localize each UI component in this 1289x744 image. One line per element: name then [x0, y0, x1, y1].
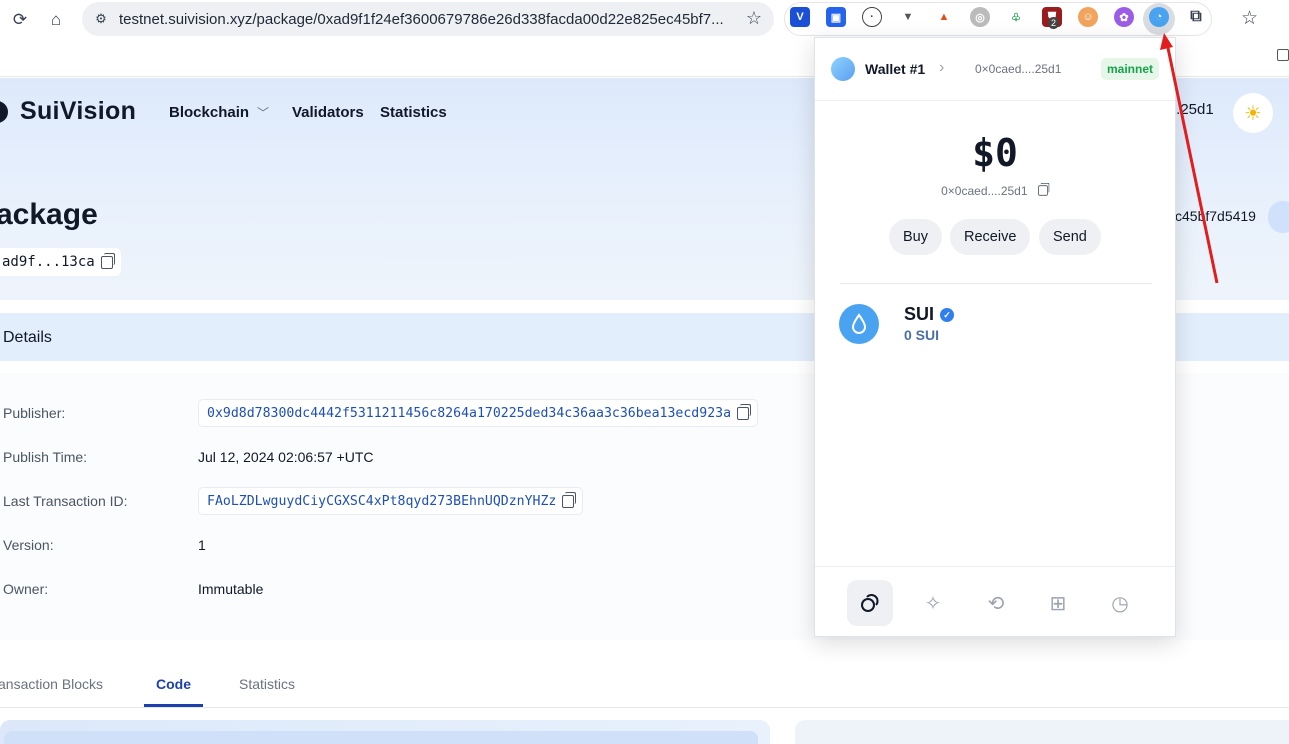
- copy-icon[interactable]: [100, 252, 115, 269]
- site-settings-icon[interactable]: ⚙: [91, 9, 111, 29]
- coins-icon[interactable]: [847, 580, 893, 626]
- bookmarks-star-icon[interactable]: ☆: [1241, 7, 1258, 30]
- extension-v-icon[interactable]: V: [790, 7, 810, 27]
- nav-validators[interactable]: Validators: [292, 104, 364, 121]
- nav-blockchain-label: Blockchain: [169, 104, 250, 121]
- reload-icon[interactable]: ⟳: [6, 6, 34, 34]
- chevron-down-icon: ﹀: [257, 106, 270, 120]
- extension-badge: 2: [1048, 17, 1060, 29]
- wallet-avatar[interactable]: [831, 57, 855, 81]
- code-card: [0, 720, 770, 744]
- version-label: Version:: [3, 537, 54, 553]
- sui-wallet-extension-icon[interactable]: ◔: [1149, 7, 1169, 27]
- theme-toggle-sun-icon[interactable]: ☀: [1233, 93, 1273, 133]
- bookmark-star-icon[interactable]: ☆: [746, 8, 762, 29]
- logo-text: SuiVision: [20, 97, 137, 125]
- wallet-balance: $0: [972, 131, 1018, 175]
- send-button[interactable]: Send: [1039, 219, 1101, 255]
- home-icon[interactable]: ⌂: [42, 6, 70, 34]
- wallet-name[interactable]: Wallet #1: [865, 61, 925, 77]
- nav-blockchain[interactable]: Blockchain ﹀: [169, 104, 269, 121]
- wallet-address[interactable]: 0×0caed....25d1: [975, 62, 1061, 76]
- apps-grid-icon[interactable]: ⊞: [1035, 580, 1081, 626]
- extension-bookmark-icon[interactable]: ▣: [826, 7, 846, 27]
- publish-time-label: Publish Time:: [3, 449, 88, 465]
- extension-ring-icon[interactable]: ·: [862, 7, 882, 27]
- buy-button[interactable]: Buy: [889, 219, 942, 255]
- address-bar[interactable]: ⚙ testnet.suivision.xyz/package/0xad9f1f…: [82, 2, 774, 36]
- extension-leaf-icon[interactable]: ♧: [1006, 7, 1026, 27]
- search-pill[interactable]: [1268, 201, 1289, 233]
- folder-icon[interactable]: [1277, 49, 1289, 61]
- wallet-footer-nav: ✧ ⟲ ⊞ ◷: [815, 566, 1175, 636]
- tab-transaction-blocks[interactable]: ansaction Blocks: [0, 676, 103, 692]
- copy-icon[interactable]: [737, 403, 752, 420]
- chevron-right-icon[interactable]: ›: [939, 59, 944, 77]
- network-badge[interactable]: mainnet: [1101, 58, 1160, 80]
- copy-icon[interactable]: [1038, 182, 1050, 196]
- last-transaction-chip: FAoLZDLwguydCiyCGXSC4xPt8qyd273BEhnUQDzn…: [198, 487, 584, 515]
- swap-icon[interactable]: ⟲: [973, 580, 1019, 626]
- wallet-popup: Wallet #1 › 0×0caed....25d1 mainnet $0 0…: [814, 37, 1176, 637]
- extension-brain-icon[interactable]: ✿: [1114, 7, 1134, 27]
- content-tabs: ansaction Blocks Code Statistics: [0, 660, 1289, 708]
- extension-pyramid-icon[interactable]: ▲: [934, 7, 954, 27]
- url-text: testnet.suivision.xyz/package/0xad9f1f24…: [119, 11, 724, 28]
- details-title: Details: [3, 329, 52, 346]
- extension-face-icon[interactable]: ☺: [1078, 7, 1098, 27]
- extension-globe-icon[interactable]: ◎: [970, 7, 990, 27]
- token-row[interactable]: SUI ✓: [904, 304, 955, 325]
- divider: [840, 283, 1152, 284]
- token-amount: 0 SUI: [904, 327, 940, 343]
- side-card: [795, 720, 1289, 744]
- package-hash-chip: ad9f...13ca: [0, 248, 121, 276]
- extension-triangle-icon[interactable]: ▼: [898, 7, 918, 27]
- site-logo[interactable]: SuiVision: [0, 97, 136, 126]
- last-transaction-id[interactable]: FAoLZDLwguydCiyCGXSC4xPt8qyd273BEhnUQDzn…: [207, 494, 556, 509]
- nav-statistics[interactable]: Statistics: [380, 104, 447, 121]
- copy-icon[interactable]: [562, 491, 577, 508]
- sparkle-icon[interactable]: ✧: [910, 580, 956, 626]
- package-hash: ad9f...13ca: [2, 254, 95, 270]
- page-title: ackage: [0, 198, 98, 231]
- history-clock-icon[interactable]: ◷: [1097, 580, 1143, 626]
- tab-statistics[interactable]: Statistics: [239, 676, 295, 692]
- publisher-address[interactable]: 0x9d8d78300dc4442f5311211456c8264a170225…: [207, 406, 731, 421]
- wallet-header: Wallet #1 › 0×0caed....25d1 mainnet: [815, 38, 1175, 101]
- related-hash[interactable]: c45bf7d5419: [1175, 208, 1256, 224]
- balance-address: 0×0caed....25d1: [941, 184, 1028, 198]
- logo-icon: [0, 100, 8, 123]
- owner-value: Immutable: [198, 581, 264, 597]
- extensions-puzzle-icon[interactable]: ⧉: [1186, 7, 1206, 27]
- receive-button[interactable]: Receive: [950, 219, 1031, 255]
- balance-address-row: 0×0caed....25d1: [815, 182, 1175, 198]
- connected-address[interactable]: ..25d1: [1172, 101, 1214, 118]
- owner-label: Owner:: [3, 581, 49, 597]
- tab-code[interactable]: Code: [156, 676, 191, 692]
- verified-check-icon: ✓: [940, 308, 955, 322]
- active-tab-indicator: [144, 704, 203, 707]
- sui-drop-icon: [839, 304, 879, 344]
- version-value: 1: [198, 537, 206, 553]
- last-transaction-label: Last Transaction ID:: [3, 493, 128, 509]
- token-symbol: SUI: [904, 304, 935, 324]
- publish-time-value: Jul 12, 2024 02:06:57 +UTC: [198, 449, 374, 465]
- publisher-label: Publisher:: [3, 405, 66, 421]
- publisher-chip: 0x9d8d78300dc4442f5311211456c8264a170225…: [198, 399, 759, 427]
